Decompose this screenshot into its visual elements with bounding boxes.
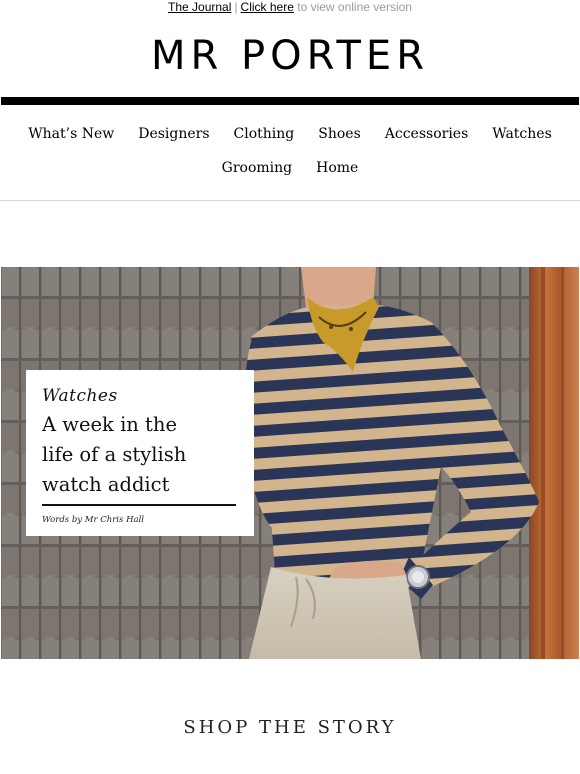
preheader-text: to view online version bbox=[297, 0, 412, 14]
main-nav: What’s New Designers Clothing Shoes Acce… bbox=[0, 124, 580, 178]
nav-item-shoes[interactable]: Shoes bbox=[318, 124, 361, 144]
preheader-separator: | bbox=[234, 0, 238, 14]
story-title-line: life of a stylish bbox=[42, 443, 187, 466]
journal-link[interactable]: The Journal bbox=[168, 0, 231, 14]
nav-item-watches[interactable]: Watches bbox=[492, 124, 551, 144]
nav-divider bbox=[0, 200, 580, 201]
view-online-link[interactable]: Click here bbox=[241, 0, 294, 14]
story-title-line: A week in the bbox=[42, 413, 177, 436]
story-credit: Words by Mr Chris Hall bbox=[42, 515, 144, 525]
nav-item-grooming[interactable]: Grooming bbox=[222, 158, 292, 178]
nav-row-1: What’s New Designers Clothing Shoes Acce… bbox=[0, 124, 580, 144]
header-rule bbox=[1, 97, 579, 105]
story-category: Watches bbox=[42, 386, 118, 406]
story-card-rule bbox=[42, 504, 236, 506]
nav-item-accessories[interactable]: Accessories bbox=[385, 124, 469, 144]
story-title-line: watch addict bbox=[42, 473, 170, 496]
story-title: A week in the life of a stylish watch ad… bbox=[42, 410, 247, 500]
nav-item-clothing[interactable]: Clothing bbox=[234, 124, 295, 144]
shop-the-story-heading: SHOP THE STORY bbox=[183, 717, 397, 738]
story-card[interactable]: Watches A week in the life of a stylish … bbox=[26, 370, 254, 536]
nav-row-2: Grooming Home bbox=[0, 158, 580, 178]
nav-item-designers[interactable]: Designers bbox=[138, 124, 209, 144]
nav-item-home[interactable]: Home bbox=[316, 158, 358, 178]
nav-item-whats-new[interactable]: What’s New bbox=[28, 124, 114, 144]
preheader-bar: The Journal | Click here to view online ve… bbox=[0, 0, 580, 14]
brand-logo[interactable]: MR PORTER bbox=[0, 32, 580, 80]
